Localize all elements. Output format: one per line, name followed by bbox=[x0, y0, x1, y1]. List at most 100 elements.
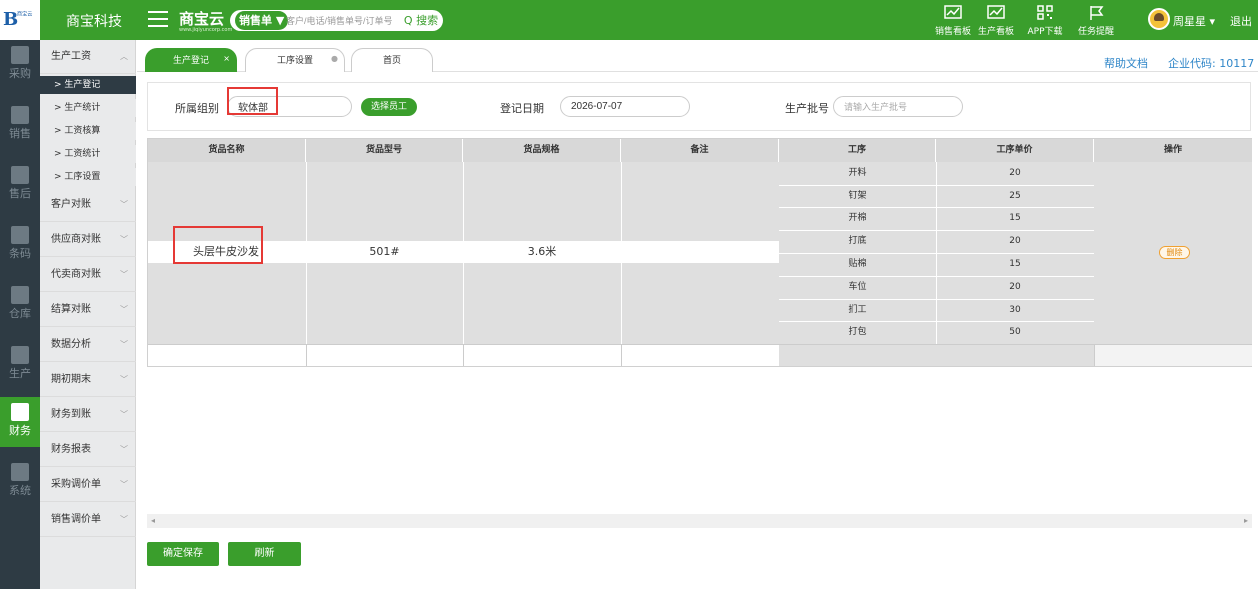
submenu-item-production-register[interactable]: > 生产登记 bbox=[40, 76, 136, 94]
logout-link[interactable]: 退出 bbox=[1230, 13, 1252, 29]
submenu-item-wage-accounting[interactable]: > 工资核算 bbox=[40, 122, 136, 140]
submenu-group-settlement-reconcile[interactable]: 结算对账 ﹀ bbox=[40, 293, 136, 327]
close-icon[interactable]: ● bbox=[331, 47, 338, 71]
top-bar: B 商宝云 商宝科技 商宝云 www.jiqiyuncorp.com 销售单 ▼… bbox=[0, 0, 1258, 40]
submenu-group-label: 财务到账 bbox=[51, 409, 91, 420]
process-price[interactable]: 30 bbox=[936, 299, 1094, 321]
submenu-group-label: 生产工资 bbox=[51, 51, 91, 62]
date-field[interactable] bbox=[560, 96, 690, 117]
rail-item-warehouse[interactable]: 仓库 bbox=[0, 280, 40, 330]
app-download-button[interactable]: APP下载 bbox=[1020, 3, 1070, 39]
close-icon[interactable]: × bbox=[223, 47, 230, 71]
search-box: 销售单 ▼ bbox=[230, 10, 414, 31]
process-price[interactable]: 20 bbox=[936, 276, 1094, 298]
chevron-down-icon: ﹀ bbox=[120, 305, 128, 314]
process-price[interactable]: 25 bbox=[936, 185, 1094, 207]
avatar[interactable] bbox=[1148, 8, 1170, 30]
tab-label: 首页 bbox=[382, 56, 401, 66]
logo-mark: B bbox=[3, 9, 19, 30]
submenu-group-label: 数据分析 bbox=[51, 339, 91, 350]
submenu-group-purchase-price-adjust[interactable]: 采购调价单 ﹀ bbox=[40, 468, 136, 502]
app-name: 商宝云 bbox=[179, 10, 225, 28]
qr-code-icon bbox=[1037, 5, 1053, 20]
warehouse-icon bbox=[11, 286, 29, 304]
help-docs-link[interactable]: 帮助文档 bbox=[1104, 55, 1148, 71]
submenu-group-sales-price-adjust[interactable]: 销售调价单 ﹀ bbox=[40, 503, 136, 537]
rail-item-finance[interactable]: 财务 bbox=[0, 397, 40, 447]
empty-row-action bbox=[1094, 344, 1252, 366]
batch-field[interactable] bbox=[833, 96, 963, 117]
rail-label: 仓库 bbox=[9, 307, 31, 320]
finance-icon bbox=[11, 403, 29, 421]
production-board-button[interactable]: 生产看板 bbox=[971, 3, 1021, 39]
production-icon bbox=[11, 346, 29, 364]
submenu-group-production-wages[interactable]: 生产工资 ︿ bbox=[40, 40, 136, 74]
scroll-right-icon[interactable]: ▸ bbox=[1244, 514, 1248, 528]
process-price[interactable]: 20 bbox=[936, 162, 1094, 184]
col-header-product-name: 货品名称 bbox=[148, 139, 306, 162]
tab-label: 工序设置 bbox=[276, 56, 313, 66]
search-button[interactable]: Q 搜索 bbox=[399, 10, 443, 31]
rail-item-production[interactable]: 生产 bbox=[0, 340, 40, 390]
cell-product-spec[interactable]: 3.6米 bbox=[463, 241, 621, 263]
submenu-group-label: 供应商对账 bbox=[51, 234, 101, 245]
chart-icon bbox=[944, 5, 962, 19]
gear-icon bbox=[11, 463, 29, 481]
user-menu[interactable]: 周星星 ▾ bbox=[1173, 13, 1215, 29]
submenu-item-production-stats[interactable]: > 生产统计 bbox=[40, 99, 136, 117]
col-header-product-spec: 货品规格 bbox=[463, 139, 621, 162]
empty-row-process bbox=[779, 344, 1094, 366]
submenu-group-customer-reconcile[interactable]: 客户对账 ﹀ bbox=[40, 188, 136, 222]
submenu-item-wage-stats[interactable]: > 工资统计 bbox=[40, 145, 136, 163]
flag-icon bbox=[1090, 6, 1104, 20]
app-download-label: APP下载 bbox=[1027, 27, 1063, 37]
rail-item-barcode[interactable]: 条码 bbox=[0, 220, 40, 270]
submenu-group-label: 销售调价单 bbox=[51, 514, 101, 525]
submenu-group-data-analysis[interactable]: 数据分析 ﹀ bbox=[40, 328, 136, 362]
rail-item-system[interactable]: 系统 bbox=[0, 457, 40, 507]
submenu-group-label: 财务报表 bbox=[51, 444, 91, 455]
menu-toggle-icon[interactable] bbox=[148, 11, 168, 27]
horizontal-scrollbar[interactable]: ◂ ▸ bbox=[147, 514, 1252, 528]
finance-submenu: 生产工资 ︿ > 生产登记 > 生产统计 > 工资核算 > 工资统计 > 工序设置… bbox=[40, 40, 136, 589]
submenu-group-finance-reports[interactable]: 财务报表 ﹀ bbox=[40, 433, 136, 467]
process-price[interactable]: 20 bbox=[936, 230, 1094, 252]
batch-label: 生产批号 bbox=[785, 102, 829, 115]
delete-button[interactable]: 删除 bbox=[1159, 246, 1190, 259]
tab-home[interactable]: 首页 bbox=[351, 48, 433, 72]
chevron-down-icon: ﹀ bbox=[120, 445, 128, 454]
save-button[interactable]: 确定保存 bbox=[147, 542, 219, 566]
rail-item-aftersales[interactable]: 售后 bbox=[0, 160, 40, 210]
process-price[interactable]: 50 bbox=[936, 321, 1094, 343]
rail-item-purchase[interactable]: 采购 bbox=[0, 40, 40, 90]
process-price[interactable]: 15 bbox=[936, 207, 1094, 229]
submenu-group-supplier-reconcile[interactable]: 供应商对账 ﹀ bbox=[40, 223, 136, 257]
search-type-select[interactable]: 销售单 ▼ bbox=[235, 11, 289, 30]
logo: B 商宝云 bbox=[0, 0, 40, 40]
corp-code: 企业代码: 10117 bbox=[1168, 57, 1255, 70]
rail-label: 财务 bbox=[9, 424, 31, 437]
rail-item-sales[interactable]: 销售 bbox=[0, 100, 40, 150]
production-table: 货品名称 货品型号 货品规格 备注 工序 工序单价 操作 头层牛皮沙发 501#… bbox=[147, 138, 1252, 367]
task-reminder-label: 任务提醒 bbox=[1077, 27, 1114, 37]
process-price[interactable]: 15 bbox=[936, 253, 1094, 275]
submenu-group-finance-receipts[interactable]: 财务到账 ﹀ bbox=[40, 398, 136, 432]
chart-icon bbox=[987, 5, 1005, 19]
submenu-group-agent-reconcile[interactable]: 代卖商对账 ﹀ bbox=[40, 258, 136, 292]
submenu-group-period-open-close[interactable]: 期初期末 ﹀ bbox=[40, 363, 136, 397]
app-root: B 商宝云 商宝科技 商宝云 www.jiqiyuncorp.com 销售单 ▼… bbox=[0, 0, 1258, 589]
cell-note[interactable] bbox=[621, 241, 779, 263]
submenu-item-process-settings[interactable]: > 工序设置 bbox=[40, 168, 136, 186]
select-staff-button[interactable]: 选择员工 bbox=[361, 98, 418, 116]
col-header-product-model: 货品型号 bbox=[306, 139, 463, 162]
col-header-process: 工序 bbox=[779, 139, 936, 162]
tab-process-settings[interactable]: 工序设置 ● bbox=[245, 48, 345, 72]
refresh-button[interactable]: 刷新 bbox=[228, 542, 301, 566]
cell-product-model[interactable]: 501# bbox=[306, 241, 463, 263]
tab-production-register[interactable]: 生产登记 × bbox=[145, 48, 237, 72]
task-reminder-button[interactable]: 任务提醒 bbox=[1071, 3, 1121, 39]
chevron-down-icon: ﹀ bbox=[120, 375, 128, 384]
search-input[interactable] bbox=[286, 13, 396, 28]
process-name: 打底 bbox=[848, 236, 867, 246]
scroll-left-icon[interactable]: ◂ bbox=[151, 514, 155, 528]
